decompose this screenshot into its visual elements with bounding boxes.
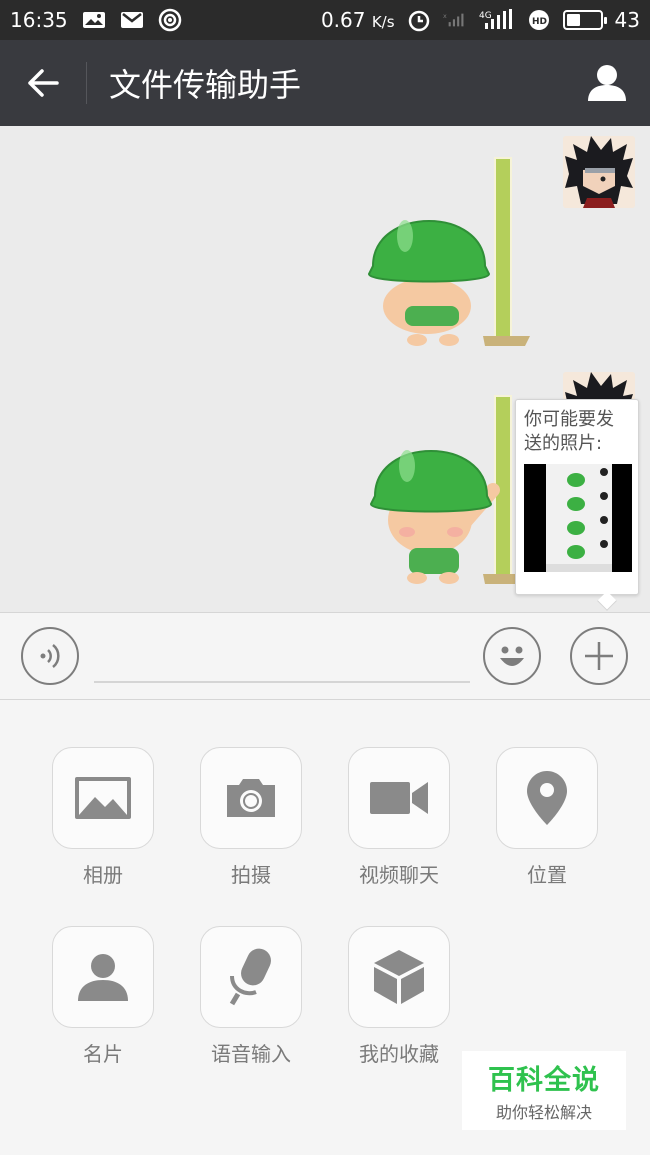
favorites-label: 我的收藏	[359, 1042, 439, 1066]
voice-input-button[interactable]: 语音输入	[200, 926, 302, 1067]
video-chat-button[interactable]: 视频聊天	[348, 747, 450, 888]
emoji-button[interactable]	[483, 627, 541, 685]
avatar[interactable]	[563, 136, 635, 208]
business-card-button[interactable]: 名片	[52, 926, 154, 1067]
cube-icon	[374, 950, 424, 1004]
voice-icon	[40, 644, 60, 668]
status-bar: 16:35 0.67 K/s x 4G HD 43	[0, 0, 650, 40]
microphone-icon	[229, 948, 271, 1006]
location-pin-icon	[527, 771, 567, 825]
popup-text: 你可能要发送的照片:	[524, 409, 614, 454]
more-functions-button[interactable]	[570, 627, 628, 685]
hd-icon: HD	[527, 10, 551, 30]
svg-text:x: x	[443, 13, 447, 20]
image-notification-icon	[82, 10, 106, 30]
network-speed: 0.67 K/s	[320, 8, 395, 32]
battery-icon	[562, 10, 607, 30]
location-button[interactable]: 位置	[496, 747, 598, 888]
back-button[interactable]	[0, 40, 86, 126]
title-bar: 文件传输助手	[0, 40, 650, 126]
arrow-left-icon	[28, 69, 59, 97]
camera-icon	[227, 779, 275, 817]
alarm-icon	[407, 10, 431, 32]
camera-label: 拍摄	[231, 863, 271, 887]
album-label: 相册	[83, 863, 123, 887]
watermark-subtitle: 助你轻松解决	[495, 1103, 592, 1122]
video-chat-label: 视频聊天	[359, 863, 439, 887]
person-card-icon	[78, 954, 128, 1001]
business-card-label: 名片	[83, 1042, 123, 1066]
mail-notification-icon	[120, 10, 144, 30]
sticker-soldier-hiding[interactable]	[365, 156, 535, 346]
favorites-button[interactable]: 我的收藏	[348, 926, 450, 1067]
suggested-photo-thumbnail[interactable]	[524, 464, 632, 572]
title-divider	[86, 62, 87, 104]
video-icon	[370, 782, 428, 814]
input-bar	[0, 612, 650, 700]
camera-button[interactable]: 拍摄	[200, 747, 302, 888]
plus-icon	[585, 642, 613, 670]
page-title: 文件传输助手	[109, 66, 302, 104]
hotspot-icon	[158, 8, 182, 32]
watermark-title: 百科全说	[488, 1065, 600, 1096]
emoji-icon	[500, 646, 524, 666]
person-icon	[588, 65, 626, 101]
status-time: 16:35	[10, 8, 68, 32]
voice-input-label: 语音输入	[211, 1042, 291, 1066]
watermark-logo: 百科全说 助你轻松解决	[462, 1051, 626, 1130]
signal-weak-icon: x	[443, 10, 467, 30]
message-input[interactable]	[94, 633, 470, 683]
album-button[interactable]: 相册	[52, 747, 154, 888]
signal-4g-icon: 4G	[479, 9, 515, 30]
suggested-photo-popup[interactable]: 你可能要发送的照片:	[515, 399, 639, 595]
thumbnail-content	[546, 464, 612, 572]
location-label: 位置	[527, 863, 567, 887]
voice-toggle-button[interactable]	[21, 627, 79, 685]
network-type: 4G	[479, 11, 492, 21]
battery-percent: 43	[614, 8, 640, 32]
sticker-soldier-waving[interactable]	[365, 392, 535, 592]
chat-info-button[interactable]	[564, 40, 650, 126]
svg-text:HD: HD	[532, 17, 547, 27]
image-icon	[75, 777, 131, 819]
